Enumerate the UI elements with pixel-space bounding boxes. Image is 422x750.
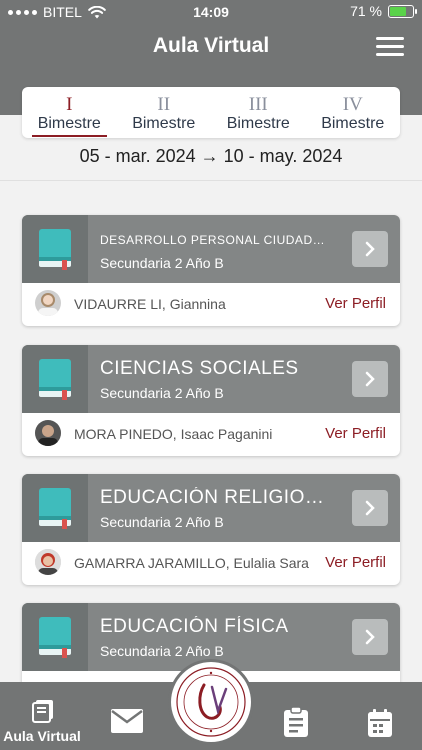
battery-percent: 71 % (350, 3, 382, 19)
tab-aula-virtual[interactable]: Aula Virtual (0, 682, 84, 750)
tab-roman: II (157, 94, 171, 115)
page-title: Aula Virtual (152, 34, 270, 57)
tab-roman: I (66, 94, 73, 115)
bimester-tabs: I Bimestre II Bimestre III Bimestre IV B… (22, 87, 400, 138)
tab-calendar[interactable] (360, 682, 400, 750)
school-logo[interactable] (171, 662, 251, 742)
date-range: 05 - mar. 2024 → 10 - may. 2024 (79, 146, 343, 166)
calendar-icon (368, 709, 392, 737)
book-icon (22, 215, 88, 283)
tab-label: Aula Virtual (3, 728, 81, 744)
book-icon (22, 603, 88, 671)
hamburger-menu-icon[interactable] (376, 37, 404, 57)
chevron-right-icon[interactable] (352, 619, 388, 655)
tab-bimestre-3[interactable]: III Bimestre (211, 87, 306, 138)
teacher-row: VIDAURRE LI, Giannina Ver Perfil (22, 283, 400, 326)
course-grade: Secundaria 2 Año B (100, 514, 224, 530)
teacher-name: GAMARRA JARAMILLO, Eulalia Sara (74, 555, 309, 571)
tab-label: Bimestre (321, 115, 385, 132)
view-profile-link[interactable]: Ver Perfil (325, 425, 386, 442)
course-name: DESARROLLO PERSONAL CIUDADA... (100, 233, 330, 247)
course-card: EDUCACIÓN RELIGIOSA Secundaria 2 Año B G… (22, 474, 400, 585)
teacher-name: VIDAURRE LI, Giannina (74, 296, 226, 312)
book-icon (22, 474, 88, 542)
tab-roman: III (248, 94, 268, 115)
battery-fill (390, 6, 406, 16)
chevron-right-icon[interactable] (352, 490, 388, 526)
status-bar: BITEL 14:09 71 % (0, 0, 422, 24)
course-name: CIENCIAS SOCIALES (100, 358, 299, 379)
view-profile-link[interactable]: Ver Perfil (325, 295, 386, 312)
chevron-right-icon[interactable] (352, 361, 388, 397)
avatar (35, 549, 61, 575)
book-stack-icon (32, 700, 53, 723)
tab-roman: IV (342, 94, 363, 115)
course-name: EDUCACIÓN RELIGIOSA (100, 487, 330, 508)
divider (0, 180, 422, 181)
teacher-row: GAMARRA JARAMILLO, Eulalia Sara Ver Perf… (22, 542, 400, 585)
course-name: EDUCACIÓN FÍSICA (100, 616, 289, 637)
view-profile-link[interactable]: Ver Perfil (325, 554, 386, 571)
battery-status: 71 % (350, 3, 417, 19)
tab-bimestre-2[interactable]: II Bimestre (117, 87, 212, 138)
course-header[interactable]: CIENCIAS SOCIALES Secundaria 2 Año B (22, 345, 400, 413)
course-grade: Secundaria 2 Año B (100, 643, 224, 659)
tab-label: Bimestre (132, 115, 196, 132)
avatar (35, 420, 61, 446)
mail-icon (111, 709, 143, 733)
avatar (35, 290, 61, 316)
course-grade: Secundaria 2 Año B (100, 255, 224, 271)
course-grade: Secundaria 2 Año B (100, 385, 224, 401)
course-card: DESARROLLO PERSONAL CIUDADA... Secundari… (22, 215, 400, 326)
chevron-right-icon[interactable] (352, 231, 388, 267)
tab-assignments[interactable] (276, 682, 316, 750)
teacher-name: MORA PINEDO, Isaac Paganini (74, 426, 273, 442)
book-icon (22, 345, 88, 413)
clipboard-icon (284, 706, 308, 737)
teacher-row: MORA PINEDO, Isaac Paganini Ver Perfil (22, 413, 400, 456)
course-header[interactable]: EDUCACIÓN FÍSICA Secundaria 2 Año B (22, 603, 400, 671)
course-header[interactable]: DESARROLLO PERSONAL CIUDADA... Secundari… (22, 215, 400, 283)
tab-label: Bimestre (226, 115, 290, 132)
battery-icon (388, 4, 417, 18)
tab-bimestre-4[interactable]: IV Bimestre (306, 87, 401, 138)
course-header[interactable]: EDUCACIÓN RELIGIOSA Secundaria 2 Año B (22, 474, 400, 542)
tab-label: Bimestre (37, 115, 101, 132)
tab-bimestre-1[interactable]: I Bimestre (22, 87, 117, 138)
tab-mail[interactable] (104, 682, 150, 750)
course-card: CIENCIAS SOCIALES Secundaria 2 Año B MOR… (22, 345, 400, 456)
